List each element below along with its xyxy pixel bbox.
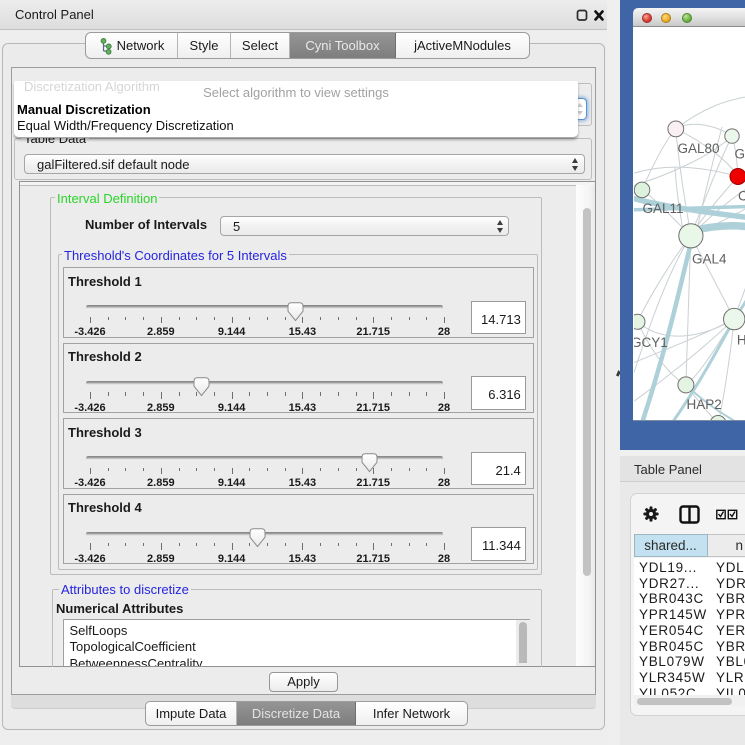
svg-text:GAL4: GAL4 bbox=[692, 251, 727, 266]
svg-text:HAP2: HAP2 bbox=[686, 397, 721, 412]
svg-text:C: C bbox=[738, 188, 745, 203]
svg-text:GAL11: GAL11 bbox=[642, 200, 683, 215]
svg-text:GCY1: GCY1 bbox=[634, 335, 668, 350]
svg-text:GAL80: GAL80 bbox=[677, 141, 719, 156]
svg-text:G.: G. bbox=[734, 146, 745, 161]
svg-text:H: H bbox=[736, 332, 745, 347]
